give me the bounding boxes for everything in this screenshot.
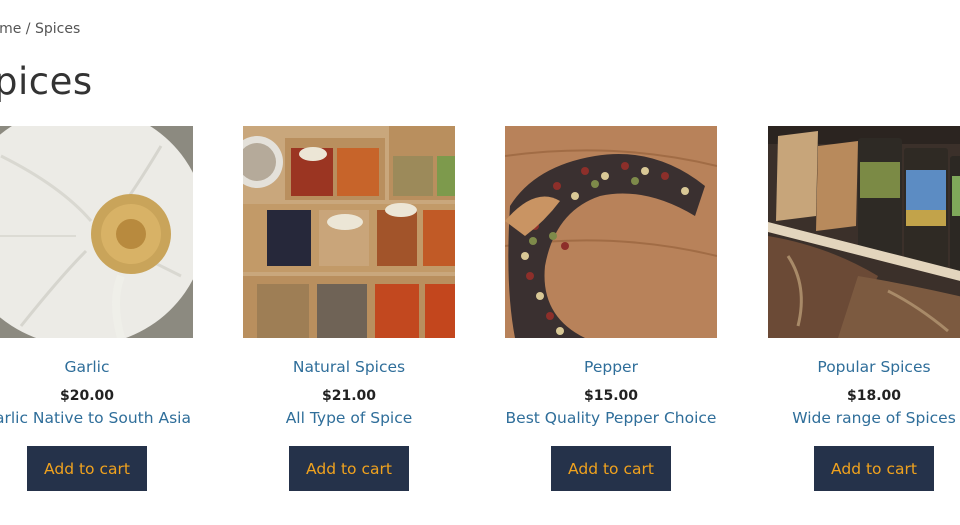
product-card-pepper: Pepper $15.00 Best Quality Pepper Choice… <box>505 126 717 491</box>
product-image-natural-spices[interactable] <box>243 126 455 338</box>
product-image-popular-spices[interactable] <box>768 126 960 338</box>
product-description: Wide range of Spices <box>792 409 956 427</box>
spice-boxes-photo <box>243 126 455 338</box>
add-to-cart-button[interactable]: Add to cart <box>551 446 671 491</box>
peppercorns-photo <box>505 126 717 338</box>
product-card-natural-spices: Natural Spices $21.00 All Type of Spice … <box>243 126 455 491</box>
add-to-cart-button[interactable]: Add to cart <box>814 446 934 491</box>
product-card-garlic: Garlic $20.00 Garlic Native to South Asi… <box>0 126 193 491</box>
breadcrumb: Home / Spices <box>0 21 80 37</box>
product-description: All Type of Spice <box>285 409 413 427</box>
product-card-popular-spices: Popular Spices $18.00 Wide range of Spic… <box>768 126 960 491</box>
product-price: $18.00 <box>846 388 902 404</box>
product-name[interactable]: Natural Spices <box>243 358 455 376</box>
garlic-photo <box>0 126 193 338</box>
breadcrumb-home-link[interactable]: Home <box>0 21 21 37</box>
product-image-garlic[interactable] <box>0 126 193 338</box>
product-description: Best Quality Pepper Choice <box>505 409 717 427</box>
breadcrumb-current: Spices <box>34 21 81 37</box>
add-to-cart-button[interactable]: Add to cart <box>289 446 409 491</box>
product-image-pepper[interactable] <box>505 126 717 338</box>
product-price: $21.00 <box>321 388 377 404</box>
product-name[interactable]: Popular Spices <box>768 358 960 376</box>
breadcrumb-separator: / <box>21 21 35 37</box>
product-price: $20.00 <box>59 388 115 404</box>
page-title: Spices <box>0 60 93 103</box>
product-description: Garlic Native to South Asia <box>0 409 191 427</box>
spice-shelf-photo <box>768 126 960 338</box>
product-name[interactable]: Garlic <box>0 358 193 376</box>
product-name[interactable]: Pepper <box>505 358 717 376</box>
add-to-cart-button[interactable]: Add to cart <box>27 446 147 491</box>
product-price: $15.00 <box>583 388 639 404</box>
